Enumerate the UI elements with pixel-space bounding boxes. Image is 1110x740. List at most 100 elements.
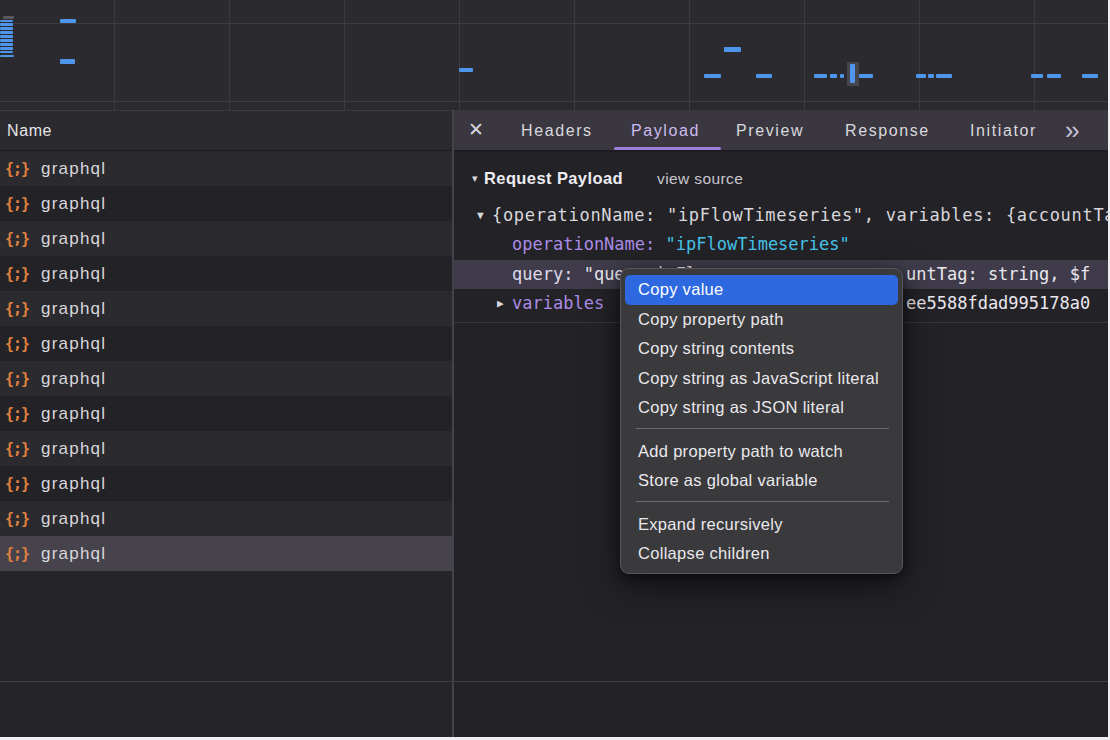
payload-row-text-continuation: ee5588fdad995178a0 [906, 289, 1090, 319]
overview-request-bar [830, 74, 837, 79]
context-menu-item-expand-recursively[interactable]: Expand recursively [621, 510, 902, 540]
request-name: graphql [41, 474, 106, 494]
context-menu-item-copy-string-contents[interactable]: Copy string contents [621, 334, 902, 364]
json-braces-icon: {;} [5, 265, 29, 283]
context-menu-item-collapse-children[interactable]: Collapse children [621, 539, 902, 569]
payload-text-segment: query: [512, 264, 584, 284]
payload-text-segment: variables [512, 293, 604, 313]
devtools-network-panel: Name {;} graphql {;} graphql {;} graphql {;} gr… [0, 0, 1108, 737]
context-menu: Copy valueCopy property pathCopy string … [620, 268, 903, 574]
overview-request-bar [0, 39, 13, 42]
payload-text-segment: operationName: [512, 234, 666, 254]
request-list-empty-area [0, 571, 452, 737]
collapsed-arrow-icon[interactable]: ▶ [497, 289, 504, 319]
network-overview-timeline[interactable] [0, 0, 1108, 110]
request-name: graphql [41, 299, 106, 319]
menu-separator-line [636, 501, 889, 502]
request-row[interactable]: {;}graphql [0, 431, 452, 466]
overview-gridline [0, 101, 1108, 102]
request-name: graphql [41, 264, 106, 284]
overview-request-bar [459, 68, 473, 73]
payload-row-text: variables [512, 289, 604, 319]
tab-preview[interactable]: Preview [736, 110, 804, 150]
overview-request-bar [0, 27, 13, 30]
tab-headers[interactable]: Headers [521, 110, 593, 150]
request-name: graphql [41, 334, 106, 354]
json-braces-icon: {;} [5, 335, 29, 353]
payload-row-text: operationName: "ipFlowTimeseries" [512, 230, 850, 260]
json-braces-icon: {;} [5, 300, 29, 318]
overview-request-bar [3, 16, 14, 19]
tab-initiator[interactable]: Initiator [970, 110, 1037, 150]
overview-request-bar [0, 43, 13, 46]
overview-request-bar [936, 74, 952, 79]
overview-request-bar [1047, 74, 1061, 79]
overview-request-bar [0, 55, 14, 58]
view-source-link[interactable]: view source [657, 164, 743, 193]
footer-divider [0, 681, 1108, 682]
request-name: graphql [41, 439, 106, 459]
tab-response[interactable]: Response [845, 110, 930, 150]
overview-request-bar [0, 47, 13, 50]
payload-section-title: Request Payload [484, 164, 623, 193]
context-menu-item-add-property-path-to-watch[interactable]: Add property path to watch [621, 437, 902, 467]
overview-request-bar [60, 59, 75, 64]
overview-request-bar [814, 74, 827, 79]
context-menu-item-copy-string-as-json-literal[interactable]: Copy string as JSON literal [621, 393, 902, 423]
context-menu-item-copy-value[interactable]: Copy value [625, 275, 898, 305]
menu-separator [621, 423, 902, 437]
name-column-header[interactable]: Name [0, 110, 452, 151]
json-braces-icon: {;} [5, 405, 29, 423]
json-braces-icon: {;} [5, 510, 29, 528]
request-row[interactable]: {;} graphql [0, 256, 452, 291]
request-name: graphql [41, 194, 106, 214]
section-expander-icon[interactable]: ▾ [472, 164, 478, 193]
expanded-arrow-icon[interactable]: ▼ [477, 201, 484, 231]
json-braces-icon: {;} [5, 545, 29, 563]
overview-request-bar [850, 64, 855, 83]
overview-request-bar [859, 74, 873, 79]
json-braces-icon: {;} [5, 195, 29, 213]
context-menu-item-copy-property-path[interactable]: Copy property path [621, 305, 902, 335]
overview-request-bar [724, 47, 741, 52]
tab-payload[interactable]: Payload [631, 110, 700, 150]
request-row[interactable]: {;} graphql [0, 396, 452, 431]
json-braces-icon: {;} [5, 230, 29, 248]
more-tabs-icon[interactable]: ›› [1065, 110, 1078, 150]
request-row[interactable]: {;} graphql [0, 291, 452, 326]
request-row[interactable]: {;} graphql [0, 466, 452, 501]
request-row[interactable]: {;} graphql [0, 326, 452, 361]
request-row[interactable]: {;}graphql [0, 151, 452, 186]
close-icon[interactable]: ✕ [468, 110, 484, 150]
request-row[interactable]: {;} graphql [0, 536, 452, 571]
overview-request-bar [1082, 74, 1098, 79]
payload-row-text: {operationName: "ipFlowTimeseries", vari… [492, 201, 1108, 231]
overview-request-bar [0, 23, 13, 26]
request-name: graphql [41, 369, 106, 389]
json-braces-icon: {;} [5, 475, 29, 493]
context-menu-item-copy-string-as-javascript-literal[interactable]: Copy string as JavaScript literal [621, 364, 902, 394]
overview-request-bar [704, 74, 721, 79]
overview-request-bar [916, 74, 926, 79]
overview-request-bar [0, 20, 13, 23]
request-name: graphql [41, 509, 106, 529]
request-row[interactable]: {;} graphql [0, 221, 452, 256]
overview-request-bar [0, 35, 13, 38]
request-row[interactable]: {;} graphql [0, 501, 452, 536]
request-name: graphql [41, 404, 106, 424]
json-braces-icon: {;} [5, 370, 29, 388]
request-row[interactable]: {;} graphql [0, 361, 452, 396]
menu-separator [621, 496, 902, 510]
overview-request-bar [60, 19, 76, 23]
devtools-screenshot: Name {;} graphql {;} graphql {;} graphql {;} gr… [0, 0, 1110, 740]
overview-gridline [0, 23, 1108, 24]
request-row[interactable]: {;} graphql [0, 186, 452, 221]
overview-request-bar [0, 51, 13, 54]
payload-tree-row[interactable]: operationName: "ipFlowTimeseries" [454, 230, 1108, 260]
overview-request-bar [756, 74, 772, 79]
request-name: graphql [41, 229, 106, 249]
request-name: graphql [41, 544, 106, 564]
overview-request-bar [1031, 74, 1043, 79]
payload-tree-row[interactable]: ▼ {operationName: "ipFlowTimeseries", var… [454, 201, 1108, 231]
context-menu-item-store-as-global-variable[interactable]: Store as global variable [621, 466, 902, 496]
